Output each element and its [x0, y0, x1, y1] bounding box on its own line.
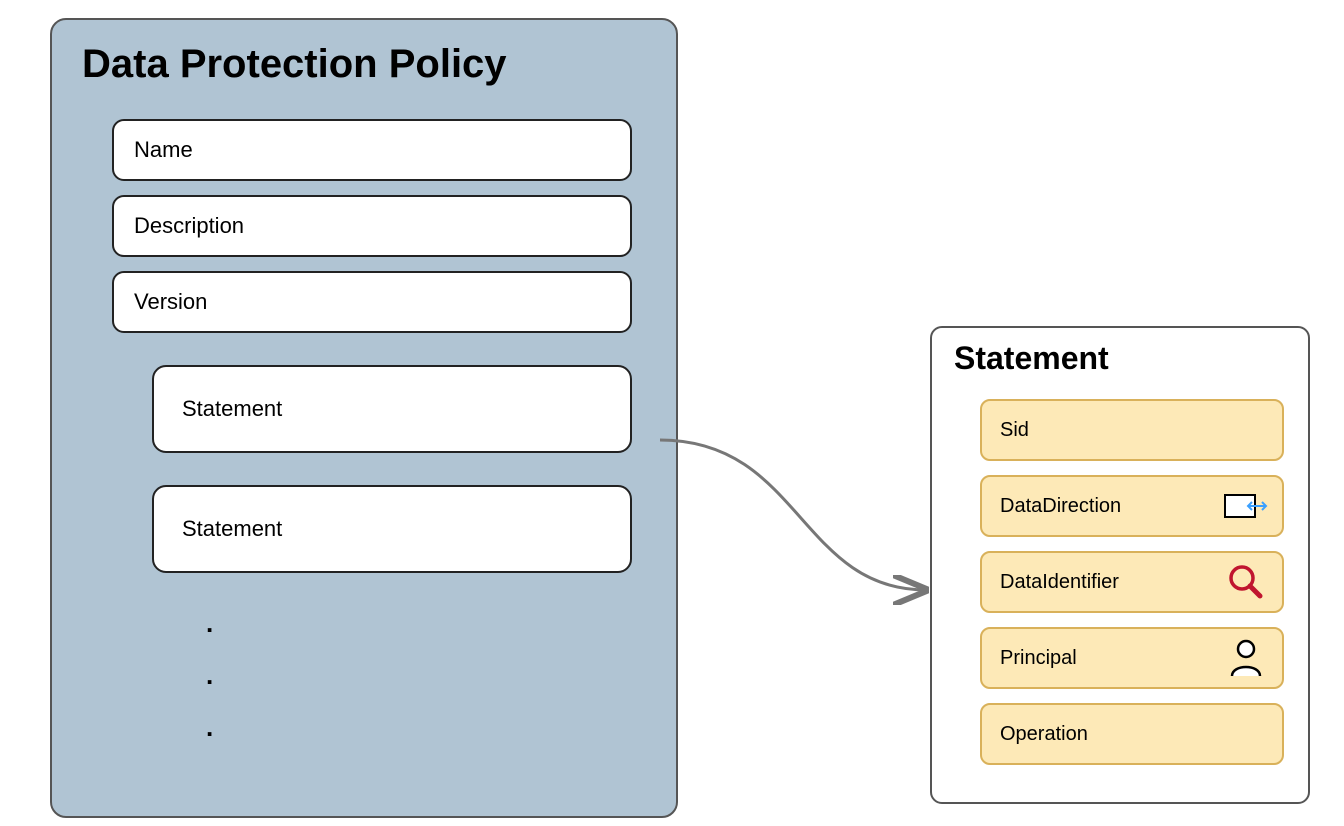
policy-title: Data Protection Policy: [76, 36, 652, 105]
statement-field-sid: Sid: [980, 399, 1284, 461]
statement-field-principal: Principal: [980, 627, 1284, 689]
policy-statement-2: Statement: [152, 485, 632, 573]
ellipsis-dot-1: .: [206, 597, 652, 649]
statement-field-data-identifier-label: DataIdentifier: [1000, 571, 1119, 594]
data-direction-icon: [1224, 486, 1268, 526]
user-icon: [1224, 638, 1268, 678]
policy-container: Data Protection Policy Name Description …: [50, 18, 678, 818]
policy-field-description-label: Description: [134, 213, 244, 239]
policy-ellipsis: . . .: [206, 597, 652, 753]
policy-field-version-label: Version: [134, 289, 207, 315]
statement-field-sid-label: Sid: [1000, 419, 1029, 442]
policy-field-description: Description: [112, 195, 632, 257]
statement-field-operation-label: Operation: [1000, 723, 1088, 746]
statement-field-principal-label: Principal: [1000, 647, 1077, 670]
statement-field-data-identifier: DataIdentifier: [980, 551, 1284, 613]
statement-field-data-direction: DataDirection: [980, 475, 1284, 537]
policy-statement-1-label: Statement: [182, 396, 282, 422]
ellipsis-dot-2: .: [206, 649, 652, 701]
statement-container: Statement Sid DataDirection DataIdentifi…: [930, 326, 1310, 804]
policy-statement-2-label: Statement: [182, 516, 282, 542]
statement-field-data-direction-label: DataDirection: [1000, 495, 1121, 518]
magnifier-icon: [1224, 562, 1268, 602]
policy-field-name: Name: [112, 119, 632, 181]
policy-field-version: Version: [112, 271, 632, 333]
policy-statement-1: Statement: [152, 365, 632, 453]
ellipsis-dot-3: .: [206, 701, 652, 753]
statement-title: Statement: [950, 338, 1290, 385]
statement-field-operation: Operation: [980, 703, 1284, 765]
policy-field-name-label: Name: [134, 137, 193, 163]
